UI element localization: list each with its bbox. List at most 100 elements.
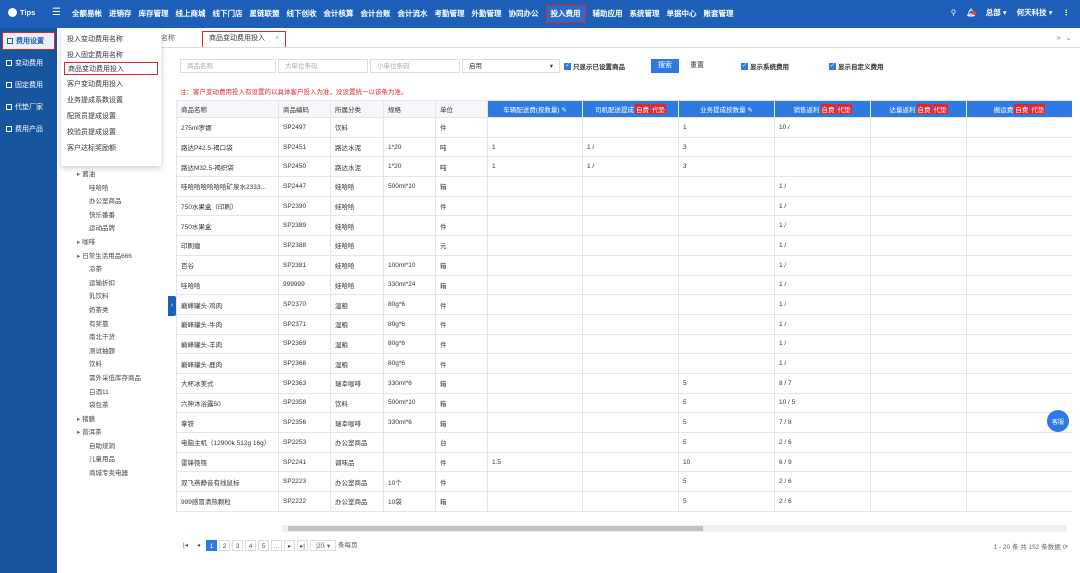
menu-item[interactable]: 会计台账 [361,6,391,22]
table-cell[interactable] [870,372,967,394]
menu-item[interactable]: 线下创收 [287,6,317,22]
table-cell[interactable] [966,215,1072,237]
menu-item[interactable]: 会计流水 [398,6,428,22]
first-page-icon[interactable]: |◂ [180,540,191,551]
table-cell[interactable] [582,372,679,394]
tree-node[interactable]: 凉茶 [61,263,166,277]
tree-node[interactable]: 儿童用品 [61,453,166,467]
table-row[interactable]: 电脑主机（12900k 512g 16g） SP2253 办公室商品 台 5 2 / 6 [176,432,1072,453]
table-cell[interactable]: 2 / 6 [774,432,871,453]
table-row[interactable]: 六神沐浴露50 SP2358 饮料 500ml*10 箱 5 10 / 5 [176,392,1072,414]
table-cell[interactable] [870,313,967,335]
table-cell[interactable] [487,412,583,433]
table-cell[interactable]: 10 / [774,117,871,138]
table-cell[interactable] [487,195,583,217]
table-cell[interactable]: 3 [678,156,775,178]
table-cell[interactable] [678,353,775,374]
tree-node[interactable]: 有奖靠 [61,318,166,332]
menu-item[interactable]: 系统管理 [630,6,660,22]
table-cell[interactable] [870,451,967,473]
table-row[interactable]: 750水果盒 SP2389 娃哈哈 件 1 / [176,215,1072,237]
table-cell[interactable] [582,333,679,355]
tree-node[interactable]: 白酒11 [61,386,166,400]
table-cell[interactable] [966,491,1072,512]
table-cell[interactable] [582,392,679,414]
table-cell[interactable] [870,117,967,138]
table-cell[interactable] [870,294,967,315]
table-cell[interactable] [870,215,967,237]
table-cell[interactable] [870,195,967,217]
table-row[interactable]: 拿铁 SP2356 瑞幸咖啡 330ml*6 箱 5 7 / 8 [176,412,1072,433]
sidebar-item[interactable]: 代垫厂家 [2,98,55,116]
table-row[interactable]: 巅峰罐头-鸡肉 SP2370 湿粮 80g*6 件 1 / [176,294,1072,315]
bell-icon[interactable]: 🔔︎ [966,8,976,17]
tree-node[interactable]: 运动品牌 [61,222,166,236]
table-cell[interactable] [870,471,967,493]
table-row[interactable]: 哇哈哈 999999 娃哈哈 330ml*24 箱 1 / [176,274,1072,296]
table-cell[interactable] [582,353,679,374]
tree-node[interactable]: 猪膳 [61,413,166,427]
tree-node[interactable]: 南北干货 [61,331,166,345]
table-cell[interactable] [678,176,775,197]
table-cell[interactable] [966,156,1072,178]
table-cell[interactable] [582,313,679,335]
tree-node[interactable]: 咖啡 [61,236,166,250]
refresh-icon[interactable]: ⟳ [1063,544,1068,551]
table-cell[interactable]: 1 / [774,274,871,296]
table-cell[interactable] [487,117,583,138]
table-row[interactable]: 巅峰罐头-羊肉 SP2369 湿粮 80g*6 件 1 / [176,333,1072,355]
table-cell[interactable] [966,176,1072,197]
tree-node[interactable]: 普洱茶 [61,426,166,440]
popup-menu-item[interactable]: 业务提成系数设置 [61,94,161,107]
table-cell[interactable] [487,294,583,315]
menu-item[interactable]: 全额易帐 [72,6,102,22]
table-cell[interactable] [582,215,679,237]
table-cell[interactable] [966,313,1072,335]
table-cell[interactable] [678,294,775,315]
table-cell[interactable]: 1 / [774,176,871,197]
only-set-checkbox[interactable]: 只显示已设置商品 [564,61,625,71]
table-cell[interactable] [966,195,1072,217]
product-name-input[interactable]: 商品名称 [180,59,276,73]
table-cell[interactable] [582,412,679,433]
table-cell[interactable] [678,195,775,217]
table-cell[interactable] [678,215,775,237]
tree-node[interactable]: 日常生活用品666 [61,250,166,264]
table-row[interactable]: 哇哈哈哈哈哈哈矿泉水2333... SP2447 娃哈哈 500ml*10 箱 1 / [176,176,1072,197]
table-cell[interactable]: 5 [678,432,775,453]
tree-node[interactable]: 哇哈哈 [61,182,166,196]
sidebar-item[interactable]: 费用设置 [2,32,55,50]
page-button[interactable]: 4 [245,539,256,551]
table-row[interactable]: 巅峰罐头-鹿肉 SP2368 湿粮 80g*6 件 1 / [176,353,1072,374]
menu-item[interactable]: 辅助应用 [593,6,623,22]
table-cell[interactable] [582,274,679,296]
table-cell[interactable] [870,333,967,355]
table-row[interactable]: 巅峰罐头-牛肉 SP2371 湿粮 80g*6 件 1 / [176,313,1072,335]
table-cell[interactable] [870,392,967,414]
table-cell[interactable] [487,392,583,414]
page-button[interactable]: 3 [232,539,243,551]
popup-menu-item[interactable]: 投入变动费用名称 [61,33,161,46]
menu-item[interactable]: 线下门店 [213,6,243,22]
table-row[interactable]: 百谷 SP2381 娃哈哈 100ml*10 箱 1 / [176,254,1072,276]
table-row[interactable]: 275ml罗娜 SP2497 饮料 件 1 10 / [176,117,1072,138]
table-cell[interactable] [582,254,679,276]
table-cell[interactable]: 1.5 [487,451,583,473]
table-cell[interactable]: 1 / [774,333,871,355]
popup-menu-item[interactable]: 投入固定费用名称 [61,49,161,62]
table-cell[interactable] [870,176,967,197]
menu-item[interactable]: 考勤管理 [435,6,465,22]
table-cell[interactable]: 3 [678,136,775,158]
table-row[interactable]: 750水果盒（印刷） SP2390 娃哈哈 件 1 / [176,195,1072,217]
table-cell[interactable]: 1 [487,156,583,178]
table-cell[interactable]: 5 [678,372,775,394]
table-cell[interactable]: 1 / [774,195,871,217]
table-cell[interactable] [487,235,583,256]
tree-node[interactable]: 运输折扣 [61,277,166,291]
table-cell[interactable] [582,195,679,217]
table-cell[interactable]: 1 / [774,235,871,256]
table-cell[interactable] [870,235,967,256]
table-cell[interactable]: 1 / [774,313,871,335]
table-cell[interactable] [966,471,1072,493]
table-cell[interactable]: 2 / 6 [774,491,871,512]
